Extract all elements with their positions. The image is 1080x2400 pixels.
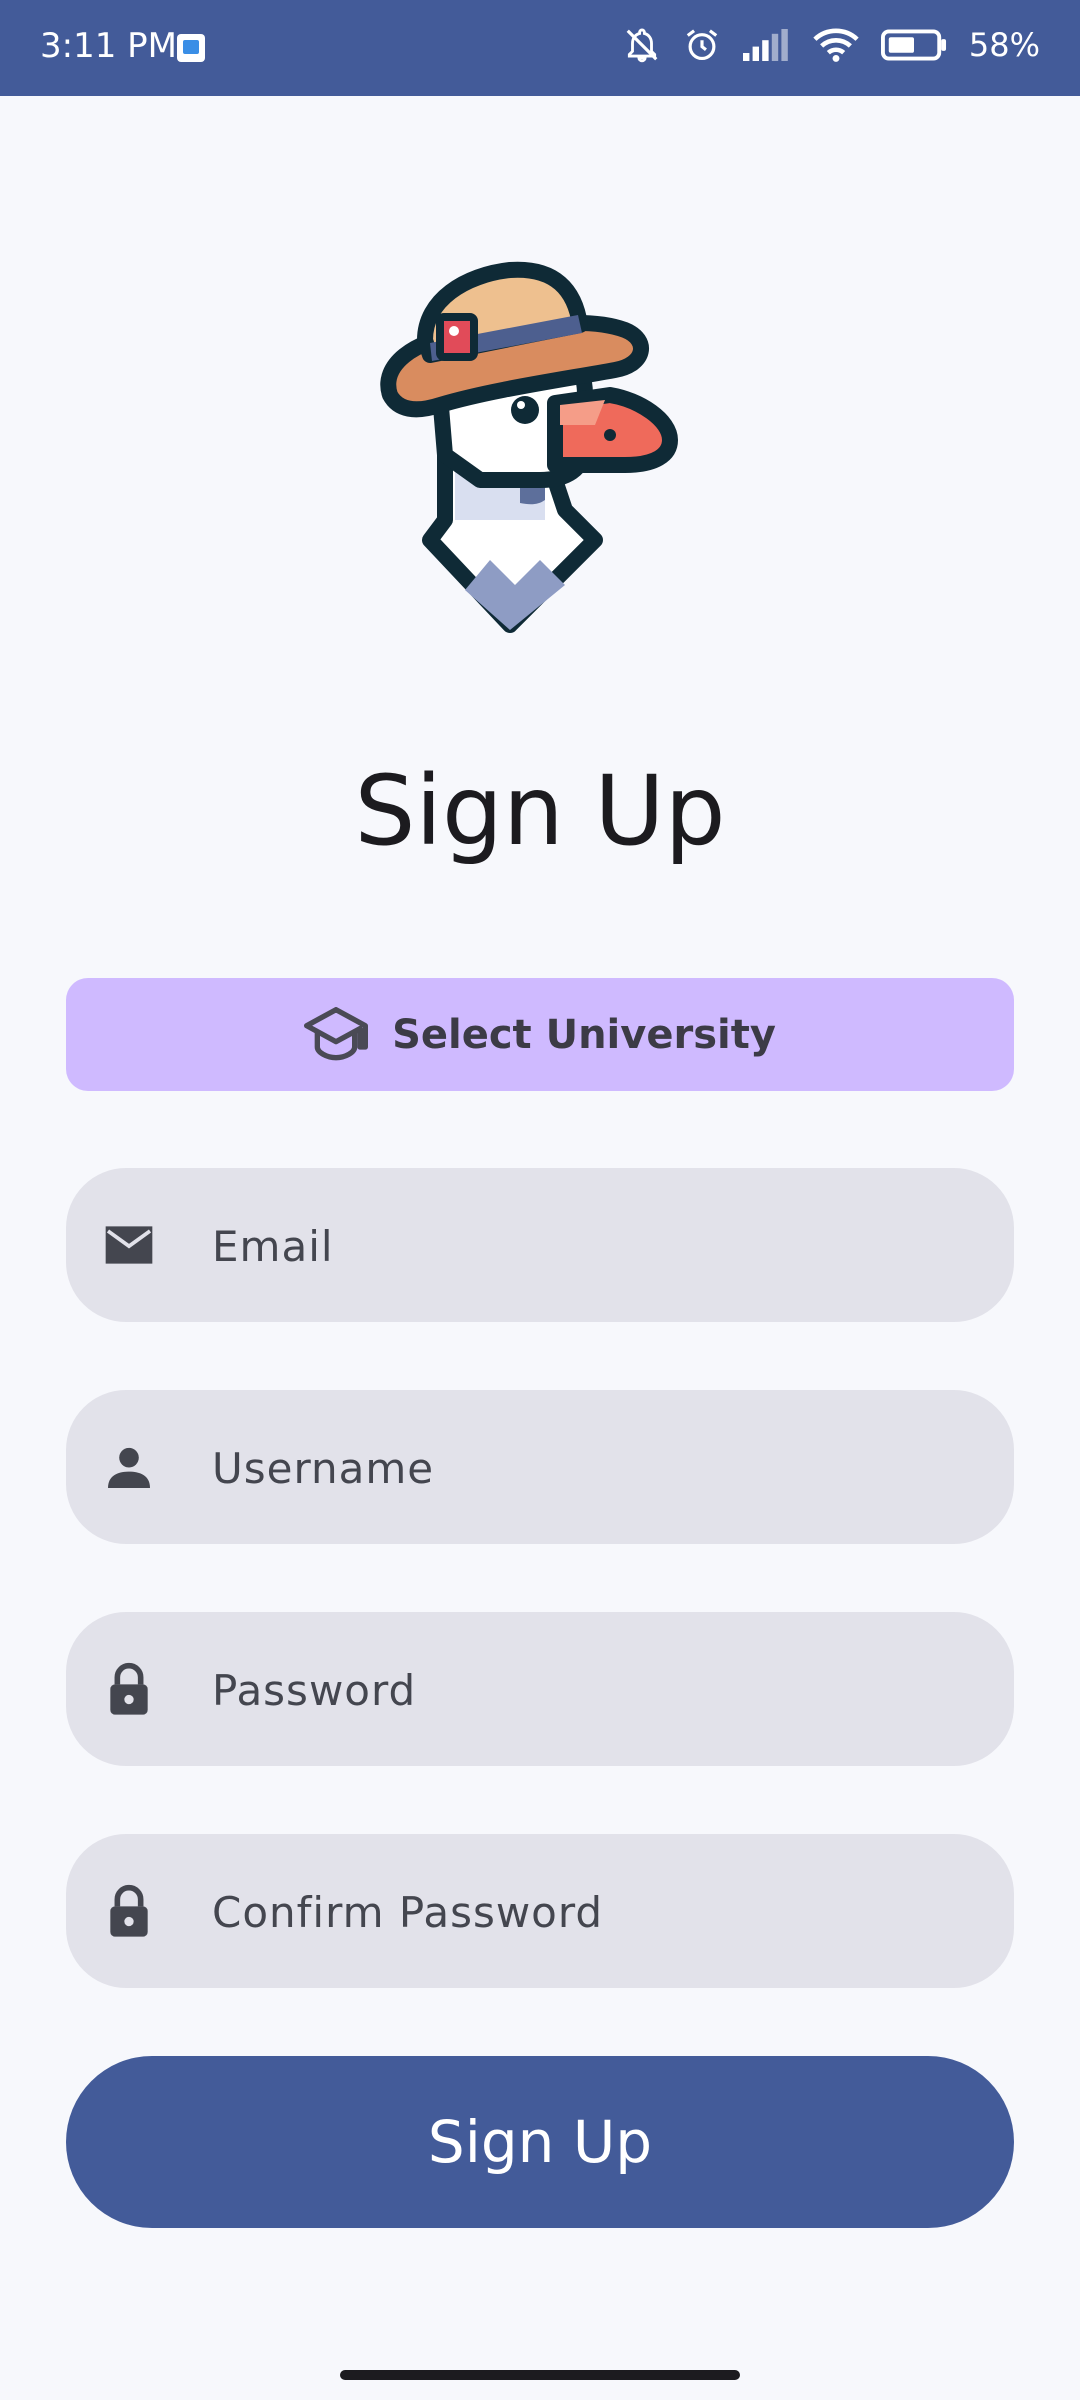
password-field-container — [66, 1612, 1014, 1768]
wifi-icon — [813, 28, 859, 62]
select-university-button[interactable]: Select University — [66, 978, 1014, 1091]
gesture-nav-handle[interactable] — [340, 2370, 740, 2380]
person-icon — [108, 1447, 150, 1488]
username-input[interactable] — [210, 1390, 974, 1546]
signal-icon — [742, 29, 788, 61]
graduation-cap-icon — [304, 1006, 369, 1060]
battery-icon — [880, 29, 946, 61]
status-bar: 3:11 PM 58% — [0, 0, 1080, 96]
envelope-icon — [105, 1226, 153, 1264]
lock-icon — [110, 1662, 148, 1715]
notification-app-icon — [177, 34, 205, 62]
battery-level: 58% — [968, 26, 1040, 64]
alarm-icon — [686, 29, 718, 61]
lock-icon — [110, 1884, 148, 1937]
email-field-container — [66, 1168, 1014, 1324]
username-field-container — [66, 1390, 1014, 1546]
status-icons: 58% — [623, 26, 1040, 64]
email-input[interactable] — [210, 1168, 974, 1324]
password-input[interactable] — [210, 1612, 974, 1768]
bell-off-icon — [626, 28, 658, 63]
goose-with-hat-logo — [380, 261, 678, 633]
page-title: Sign Up — [354, 755, 726, 867]
select-university-label: Select University — [392, 1011, 776, 1058]
sign-up-button-label: Sign Up — [427, 2108, 653, 2176]
confirm-password-input[interactable] — [210, 1834, 974, 1990]
confirm-password-field-container — [66, 1834, 1014, 1990]
status-time: 3:11 PM — [40, 26, 177, 66]
sign-up-button[interactable]: Sign Up — [66, 2056, 1014, 2228]
